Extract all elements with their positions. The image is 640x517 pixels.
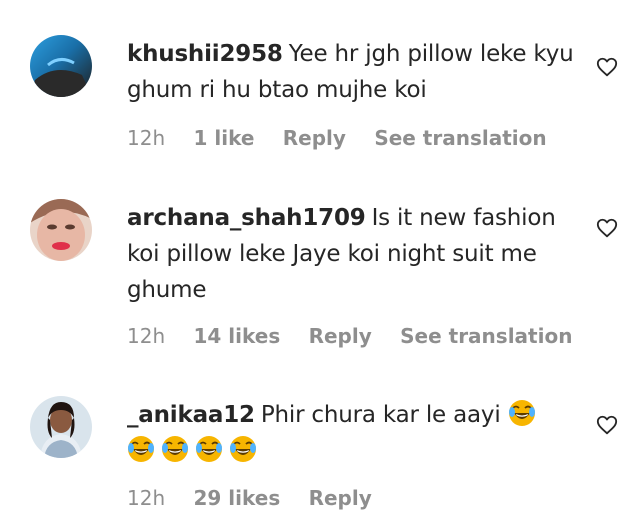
comment-meta: 12h 14 likes Reply See translation — [127, 324, 594, 348]
comment-time: 12h — [127, 486, 166, 510]
laughing-emoji-icon — [195, 435, 223, 463]
comment-text: khushii2958 Yee hr jgh pillow leke kyu gh… — [127, 36, 577, 108]
avatar[interactable] — [30, 396, 92, 458]
see-translation-button[interactable]: See translation — [400, 324, 572, 348]
avatar[interactable] — [30, 35, 92, 97]
comment-item: archana_shah1709 Is it new fashion koi pi… — [0, 170, 640, 365]
comment-body: Phir chura kar le aayi — [260, 402, 501, 428]
like-heart-icon[interactable] — [596, 56, 618, 78]
avatar-image-icon — [30, 396, 92, 458]
comment-time: 12h — [127, 324, 166, 348]
reply-button[interactable]: Reply — [283, 126, 346, 150]
comment-item: khushii2958 Yee hr jgh pillow leke kyu gh… — [0, 0, 640, 170]
avatar[interactable] — [30, 199, 92, 261]
like-heart-icon[interactable] — [596, 217, 618, 239]
reply-button[interactable]: Reply — [309, 486, 372, 510]
comment-meta: 12h 29 likes Reply — [127, 486, 394, 510]
laughing-emoji-icon — [508, 399, 536, 427]
laughing-emoji-icon — [229, 435, 257, 463]
comment-username[interactable]: _anikaa12 — [127, 402, 255, 428]
reply-button[interactable]: Reply — [309, 324, 372, 348]
comment-text: archana_shah1709 Is it new fashion koi pi… — [127, 200, 577, 308]
laughing-emoji-icon — [161, 435, 189, 463]
comment-time: 12h — [127, 126, 166, 150]
avatar-image-icon — [30, 199, 92, 261]
comment-username[interactable]: archana_shah1709 — [127, 205, 366, 231]
comment-item: _anikaa12 Phir chura kar le aayi 12h 29 l… — [0, 365, 640, 517]
comment-likes[interactable]: 14 likes — [193, 324, 280, 348]
comment-text: _anikaa12 Phir chura kar le aayi — [127, 397, 577, 469]
like-heart-icon[interactable] — [596, 414, 618, 436]
comment-likes[interactable]: 1 like — [193, 126, 254, 150]
avatar-image-icon — [30, 35, 92, 97]
laughing-emoji-icon — [127, 435, 155, 463]
see-translation-button[interactable]: See translation — [374, 126, 546, 150]
comment-likes[interactable]: 29 likes — [193, 486, 280, 510]
comment-meta: 12h 1 like Reply See translation — [127, 126, 569, 150]
comment-username[interactable]: khushii2958 — [127, 41, 283, 67]
